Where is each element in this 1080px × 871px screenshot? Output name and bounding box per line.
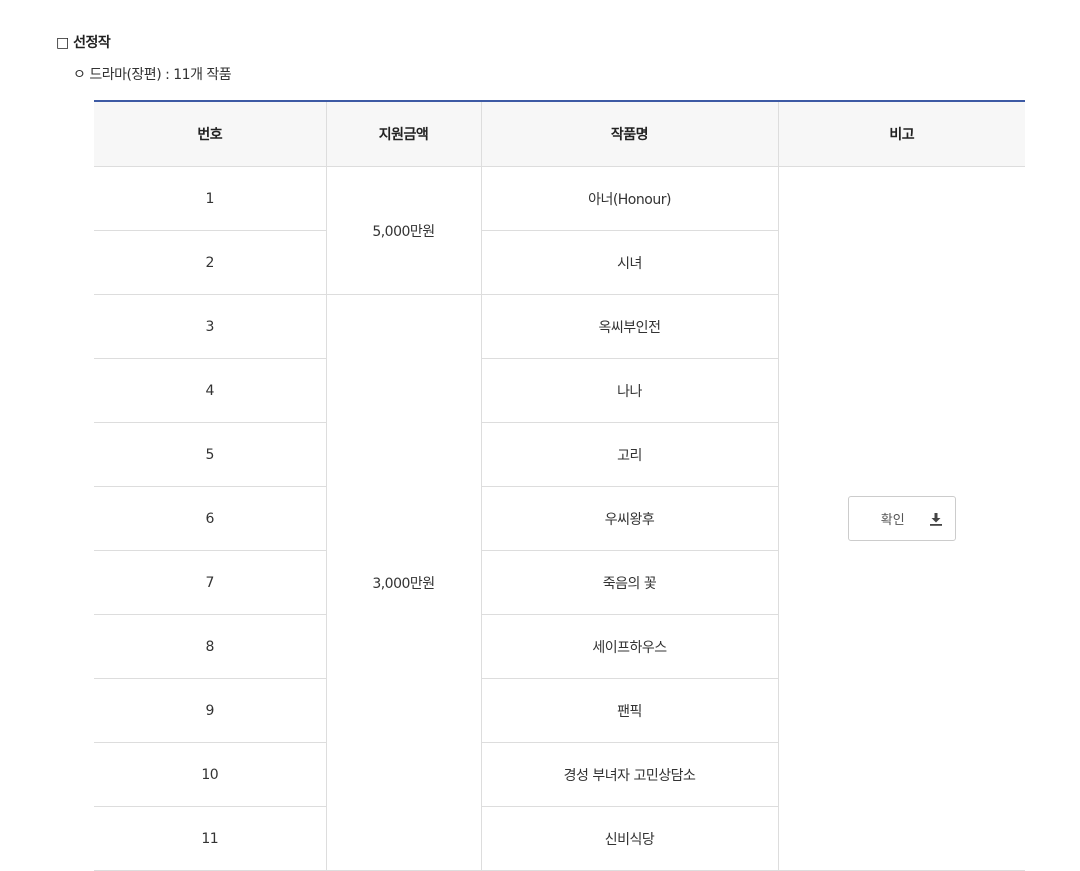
row-number: 2: [94, 230, 326, 295]
selection-table: 번호 지원금액 작품명 비고 1 5,000만원 아너(Honour) 확인 2…: [94, 100, 1025, 871]
row-number: 9: [94, 678, 326, 743]
header-note: 비고: [777, 101, 1025, 167]
work-title: 팬픽: [480, 678, 778, 743]
header-number: 번호: [94, 101, 326, 167]
work-title: 아너(Honour): [480, 166, 778, 231]
row-number: 8: [94, 614, 326, 679]
work-title: 고리: [480, 422, 778, 487]
work-title: 시녀: [480, 230, 778, 295]
table-header-row: 번호 지원금액 작품명 비고: [94, 101, 1025, 167]
row-number: 6: [94, 486, 326, 551]
work-title: 우씨왕후: [480, 486, 778, 551]
row-number: 4: [94, 358, 326, 423]
work-title: 나나: [480, 358, 778, 423]
work-title: 옥씨부인전: [480, 294, 778, 359]
amount-cell: 3,000만원: [325, 294, 481, 871]
note-cell: 확인: [777, 166, 1025, 871]
header-title: 작품명: [480, 101, 778, 167]
row-number: 3: [94, 294, 326, 359]
row-number: 1: [94, 166, 326, 231]
row-number: 7: [94, 550, 326, 615]
header-amount: 지원금액: [325, 101, 481, 167]
work-title: 신비식당: [480, 806, 778, 871]
table-row: 1 5,000만원 아너(Honour) 확인: [94, 166, 1025, 871]
confirm-button-label: 확인: [880, 513, 905, 528]
download-icon: [929, 512, 943, 526]
section-subtitle: ㅇ 드라마(장편) : 11개 작품: [73, 67, 232, 83]
work-title: 죽음의 꽃: [480, 550, 778, 615]
row-number: 10: [94, 742, 326, 807]
confirm-download-button[interactable]: 확인: [847, 496, 956, 541]
section-title: □ 선정작: [56, 35, 111, 51]
row-number: 5: [94, 422, 326, 487]
work-title: 경성 부녀자 고민상담소: [480, 742, 778, 807]
amount-cell: 5,000만원: [325, 166, 481, 295]
row-number: 11: [94, 806, 326, 871]
work-title: 세이프하우스: [480, 614, 778, 679]
